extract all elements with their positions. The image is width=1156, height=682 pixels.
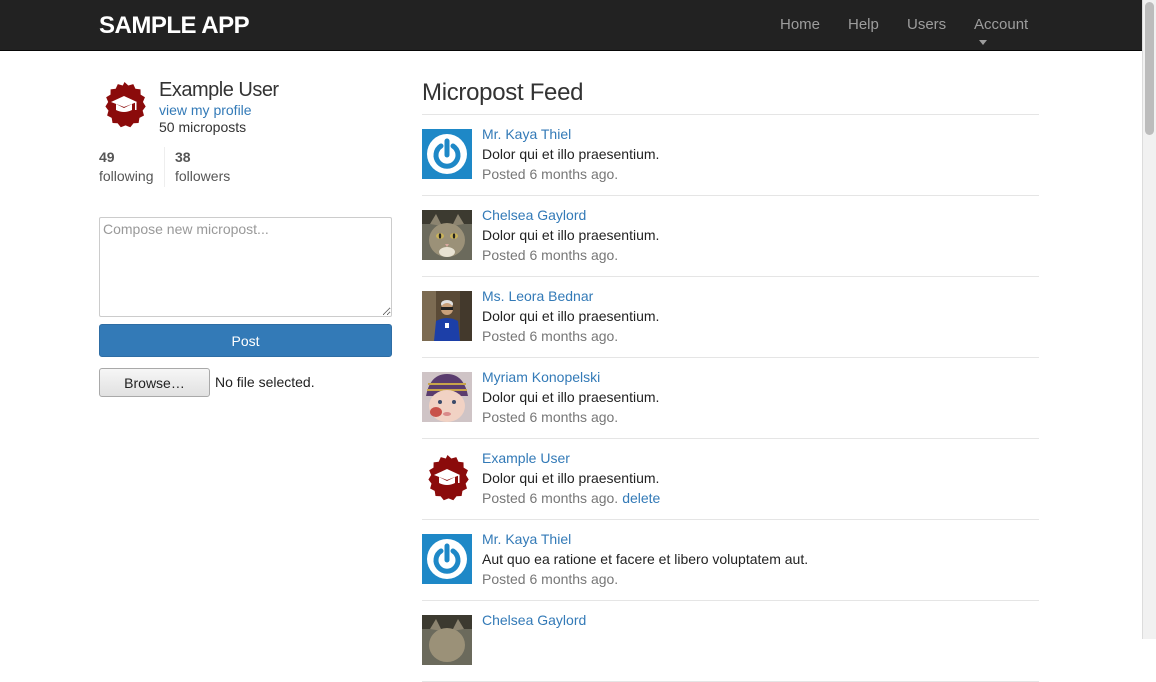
person-photo-avatar[interactable] (422, 291, 472, 341)
feed-item: Myriam Konopelski Dolor qui et illo prae… (422, 358, 1039, 439)
baby-photo-icon (422, 372, 472, 422)
feed-item: Ms. Leora Bednar Dolor qui et illo praes… (422, 277, 1039, 358)
feed-item-timestamp: Posted 6 months ago. (482, 490, 619, 506)
micropost-count: 50 microposts (159, 119, 247, 135)
nav-account-dropdown[interactable]: Account (974, 16, 1028, 50)
following-count: 49 (99, 149, 115, 165)
cat-photo-avatar[interactable] (422, 210, 472, 260)
feed-item: Mr. Kaya Thiel Aut quo ea ratione et fac… (422, 520, 1039, 601)
power-avatar[interactable] (422, 129, 472, 179)
feed-item-content: Dolor qui et illo praesentium. (482, 308, 660, 324)
feed-item-timestamp: Posted 6 months ago. (482, 247, 619, 263)
page-scrollbar[interactable] (1142, 0, 1156, 639)
top-navbar: SAMPLE APP Home Help Users Account (0, 0, 1142, 51)
feed-item: Chelsea Gaylord Dolor qui et illo praese… (422, 196, 1039, 277)
nav-home-link[interactable]: Home (780, 16, 820, 33)
feed-item-meta: Posted 6 months ago. delete (482, 490, 660, 506)
feed-item-timestamp: Posted 6 months ago. (482, 571, 619, 587)
feed-title: Micropost Feed (422, 79, 584, 106)
nav-help-link[interactable]: Help (848, 16, 879, 33)
compose-micropost-textarea[interactable] (99, 217, 392, 317)
graduation-badge-icon (428, 455, 469, 501)
feed-item-user-link[interactable]: Example User (482, 450, 570, 466)
user-avatar[interactable] (99, 80, 149, 130)
view-profile-link[interactable]: view my profile (159, 102, 252, 118)
feed-item-content: Dolor qui et illo praesentium. (482, 227, 660, 243)
feed-item-timestamp: Posted 6 months ago. (482, 328, 619, 344)
file-status-text: No file selected. (215, 374, 315, 390)
account-label: Account (974, 16, 1029, 33)
delete-micropost-link[interactable]: delete (622, 490, 660, 506)
feed-item-timestamp: Posted 6 months ago. (482, 409, 619, 425)
feed-item-user-link[interactable]: Chelsea Gaylord (482, 207, 586, 223)
person-photo-icon (422, 291, 472, 341)
scrollbar-thumb[interactable] (1145, 2, 1154, 135)
power-avatar[interactable] (422, 534, 472, 584)
feed-item-content: Dolor qui et illo praesentium. (482, 389, 660, 405)
following-label: following (99, 168, 154, 184)
followers-count: 38 (175, 149, 191, 165)
baby-photo-avatar[interactable] (422, 372, 472, 422)
nav-users-link[interactable]: Users (907, 16, 946, 33)
power-icon (422, 534, 472, 584)
feed-item-user-link[interactable]: Mr. Kaya Thiel (482, 531, 571, 547)
feed-item: Chelsea Gaylord (422, 601, 1039, 682)
feed-item-user-link[interactable]: Chelsea Gaylord (482, 612, 586, 628)
browse-file-button[interactable]: Browse… (99, 368, 210, 397)
followers-label: followers (175, 168, 231, 184)
post-button[interactable]: Post (99, 324, 392, 357)
feed-item-content: Dolor qui et illo praesentium. (482, 146, 660, 162)
sidebar-user-name: Example User (159, 79, 279, 101)
feed-item: Example User Dolor qui et illo praesenti… (422, 439, 1039, 520)
cat-photo-avatar[interactable] (422, 615, 472, 665)
following-stat-link[interactable]: 49 following (99, 149, 153, 184)
feed-item-content: Aut quo ea ratione et facere et libero v… (482, 551, 809, 567)
feed-item-timestamp: Posted 6 months ago. (482, 166, 619, 182)
stats-divider (164, 147, 165, 187)
feed-item: Mr. Kaya Thiel Dolor qui et illo praesen… (422, 115, 1039, 196)
graduation-badge-avatar[interactable] (422, 453, 472, 503)
feed-item-user-link[interactable]: Ms. Leora Bednar (482, 288, 593, 304)
cat-photo-icon (422, 210, 472, 260)
followers-stat-link[interactable]: 38 followers (175, 149, 230, 184)
feed-item-content: Dolor qui et illo praesentium. (482, 470, 660, 486)
power-icon (422, 129, 472, 179)
feed-item-user-link[interactable]: Myriam Konopelski (482, 369, 600, 385)
micropost-feed: Mr. Kaya Thiel Dolor qui et illo praesen… (422, 115, 1039, 682)
cat-photo-icon (422, 615, 472, 665)
brand-logo-link[interactable]: SAMPLE APP (99, 12, 250, 40)
graduation-badge-icon (105, 82, 146, 128)
caret-down-icon (979, 39, 987, 45)
feed-item-user-link[interactable]: Mr. Kaya Thiel (482, 126, 571, 142)
